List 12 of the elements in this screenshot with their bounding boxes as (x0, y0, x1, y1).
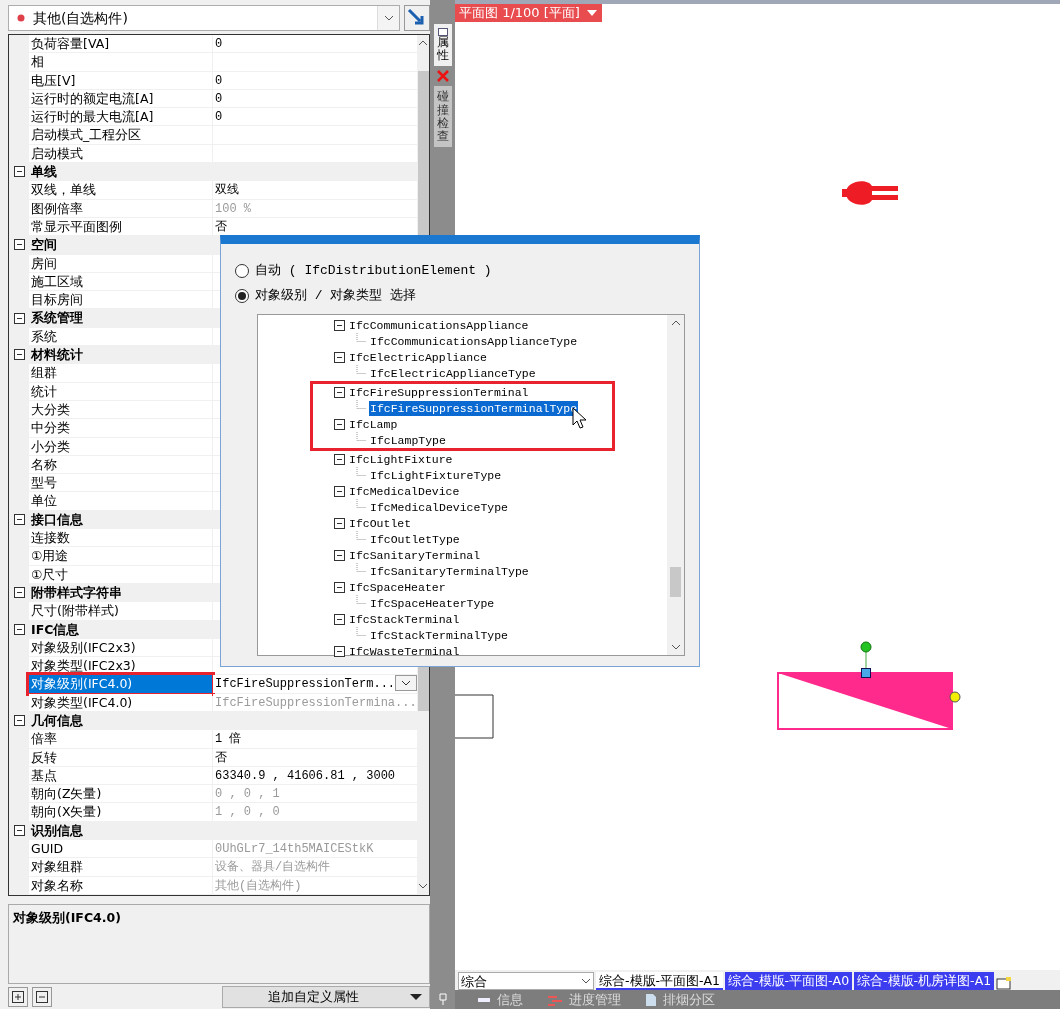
property-value: 双线 (213, 181, 418, 199)
property-value: 1 倍 (213, 730, 418, 748)
property-value: 0 (213, 35, 418, 53)
property-value: 0UhGLr7_14th5MAICEStkK (213, 840, 418, 858)
dropdown-value: 综合 (461, 973, 487, 989)
property-value: 0 (213, 108, 418, 126)
property-value: 设备、器具/自选构件 (213, 858, 418, 876)
description-title: 对象级别(IFC4.0) (13, 908, 121, 927)
dropdown-value: 其他(自选构件) (33, 8, 128, 28)
property-value: 0 , 0 , 1 (213, 785, 418, 803)
property-value: 1 , 0 , 0 (213, 803, 418, 821)
field-value: IfcFireSuppressionTerm... (215, 676, 396, 693)
